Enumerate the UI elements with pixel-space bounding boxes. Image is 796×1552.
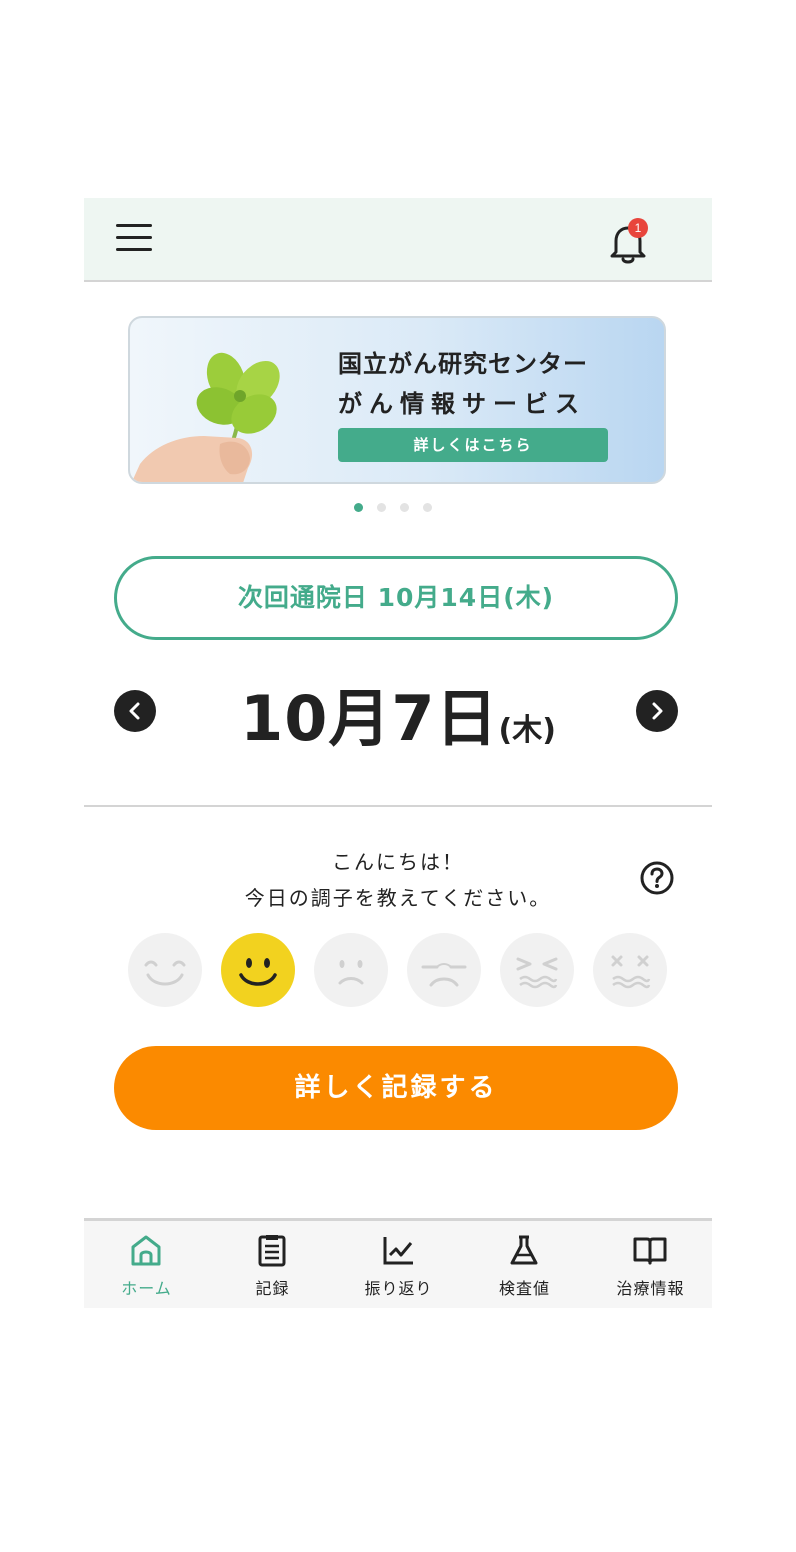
greeting-line1: こんにちは！ (332, 850, 464, 874)
app-screen: 1 国立がん研究センター がん情報サービス 詳しくはこちら 次回通院日 10月1… (84, 198, 712, 1308)
sad-face-graphic (421, 963, 467, 987)
chart-icon (383, 1237, 413, 1265)
nav-label-review: 振り返り (364, 1279, 433, 1298)
date-label: 10月7日 (240, 682, 499, 755)
neutral-face-icon[interactable] (314, 933, 388, 1007)
nav-label-home: ホーム (121, 1279, 172, 1298)
home-icon (131, 1235, 161, 1266)
banner-title-line1: 国立がん研究センター (338, 350, 588, 378)
section-divider (84, 805, 712, 807)
book-icon (633, 1237, 667, 1265)
nav-label-treatment-info: 治療情報 (616, 1279, 685, 1298)
chevron-right-icon (652, 702, 663, 720)
nav-item-test-values[interactable]: 検査値 (462, 1221, 587, 1308)
clipboard-icon (258, 1235, 286, 1267)
info-banner[interactable]: 国立がん研究センター がん情報サービス 詳しくはこちら (128, 316, 666, 484)
banner-details-button[interactable]: 詳しくはこちら (338, 428, 608, 462)
carousel-indicator (354, 503, 432, 513)
nav-item-review[interactable]: 振り返り (336, 1221, 461, 1308)
very-happy-face-graphic (144, 960, 186, 986)
notification-badge: 1 (628, 218, 648, 238)
carousel-dot-2[interactable] (377, 503, 386, 512)
nav-item-record[interactable]: 記録 (210, 1221, 335, 1308)
question-circle-icon[interactable] (639, 860, 675, 896)
carousel-dot-1[interactable] (354, 503, 363, 512)
very-painful-face-icon[interactable] (593, 933, 667, 1007)
notification-button[interactable]: 1 (606, 216, 654, 264)
greeting-text: こんにちは！ 今日の調子を教えてください。 (84, 844, 712, 916)
greeting-line2: 今日の調子を教えてください。 (244, 886, 552, 910)
happy-face-icon[interactable] (221, 933, 295, 1007)
header-bar: 1 (84, 198, 712, 282)
next-day-button[interactable] (636, 690, 678, 732)
nav-label-record: 記録 (255, 1279, 290, 1298)
hamburger-menu-icon[interactable] (116, 224, 152, 254)
next-visit-button[interactable]: 次回通院日 10月14日(木) (114, 556, 678, 640)
very-happy-face-icon[interactable] (128, 933, 202, 1007)
banner-title-line2: がん情報サービス (338, 390, 586, 418)
flask-icon (510, 1235, 538, 1265)
bottom-navigation: ホーム 記録 振り返り 検査値 治療情報 (84, 1218, 712, 1308)
day-of-week-label: (木) (498, 713, 556, 748)
carousel-dot-3[interactable] (400, 503, 409, 512)
nav-item-home[interactable]: ホーム (84, 1221, 209, 1308)
neutral-face-graphic (338, 960, 364, 985)
sad-face-icon[interactable] (407, 933, 481, 1007)
mood-selector (128, 933, 668, 1007)
current-date: 10月7日(木) (84, 668, 712, 758)
record-details-button[interactable]: 詳しく記録する (114, 1046, 678, 1130)
nav-item-treatment-info[interactable]: 治療情報 (588, 1221, 713, 1308)
painful-face-icon[interactable] (500, 933, 574, 1007)
painful-face-graphic (516, 957, 558, 989)
nav-label-test-values: 検査値 (498, 1279, 550, 1298)
four-leaf-clover-photo (131, 352, 280, 482)
happy-face-graphic (239, 958, 277, 986)
carousel-dot-4[interactable] (423, 503, 432, 512)
very-painful-face-graphic (611, 955, 651, 989)
